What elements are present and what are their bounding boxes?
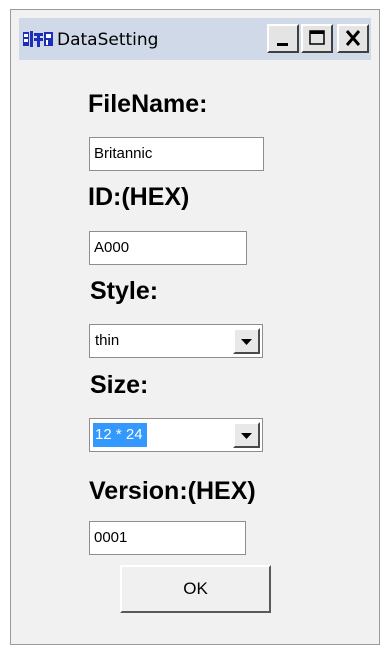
- style-dropdown-button[interactable]: [233, 328, 260, 354]
- size-dropdown-button[interactable]: [233, 422, 260, 448]
- filename-field[interactable]: Britannic: [89, 137, 264, 171]
- minimize-icon: [277, 43, 288, 46]
- chevron-down-icon: [241, 339, 252, 345]
- maximize-button[interactable]: [301, 24, 333, 53]
- window-title: DataSetting: [57, 30, 159, 50]
- title-bar[interactable]: DataSetting: [19, 18, 371, 60]
- id-field[interactable]: A000: [89, 231, 247, 265]
- chevron-down-icon: [241, 433, 252, 439]
- datasetting-window: DataSetting FileName: Britannic ID:(HEX)…: [10, 9, 380, 645]
- close-icon: [345, 30, 361, 46]
- version-label: Version:(HEX): [89, 477, 256, 505]
- close-button[interactable]: [337, 24, 369, 53]
- filename-label: FileName:: [88, 90, 208, 118]
- app-icon: [23, 31, 55, 49]
- size-label: Size:: [90, 371, 149, 399]
- maximize-icon: [309, 30, 325, 45]
- style-selected-value: thin: [95, 332, 120, 349]
- version-field[interactable]: 0001: [89, 521, 246, 555]
- ok-button[interactable]: OK: [120, 565, 271, 613]
- size-dropdown[interactable]: 12 * 24: [89, 418, 263, 452]
- id-label: ID:(HEX): [88, 183, 190, 211]
- size-selected-value: 12 * 24: [93, 423, 147, 447]
- style-label: Style:: [90, 277, 159, 305]
- minimize-button[interactable]: [267, 24, 299, 53]
- style-dropdown[interactable]: thin: [89, 324, 263, 358]
